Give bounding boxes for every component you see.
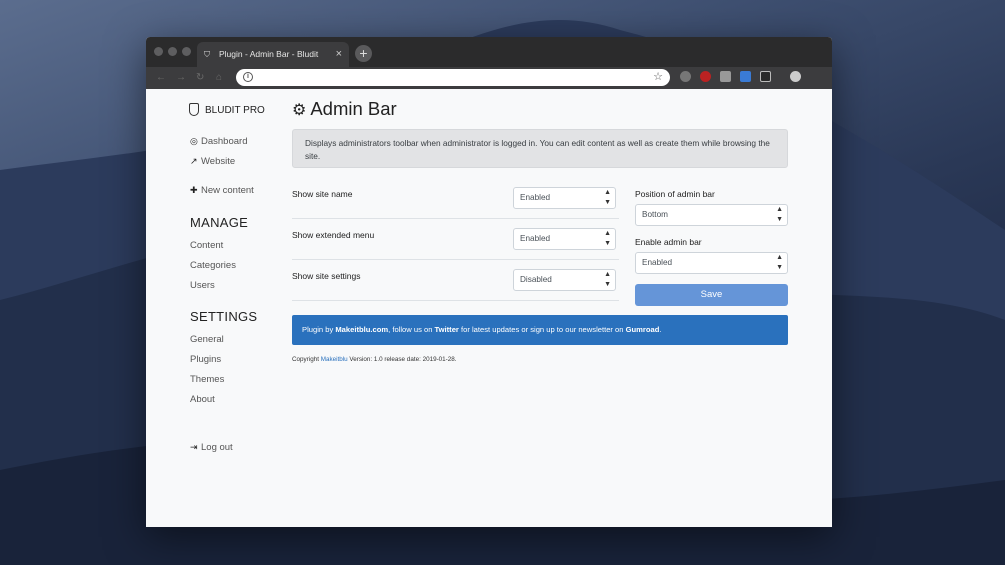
sidebar-heading-manage: MANAGE bbox=[190, 215, 249, 230]
sidebar-item-users[interactable]: Users bbox=[190, 280, 215, 291]
bludit-logo-icon bbox=[189, 103, 199, 116]
enable-admin-bar-select[interactable]: Enabled ▲ ▼ bbox=[635, 252, 788, 274]
forward-arrow-icon[interactable]: → bbox=[176, 70, 186, 86]
position-select[interactable]: Bottom ▲ ▼ bbox=[635, 204, 788, 226]
minimize-window-button[interactable] bbox=[168, 47, 177, 56]
extension-icon[interactable] bbox=[680, 71, 691, 82]
tab-title: Plugin - Admin Bar - Bludit bbox=[219, 49, 319, 59]
copyright-text: Copyright Makeitblu Version: 1.0 release… bbox=[292, 356, 457, 363]
sidebar-item-categories[interactable]: Categories bbox=[190, 260, 236, 271]
show-site-name-select[interactable]: Enabled ▲ ▼ bbox=[513, 187, 616, 209]
select-arrows-icon: ▲ ▼ bbox=[776, 254, 783, 271]
bludit-favicon-icon: ⛉ bbox=[204, 50, 210, 59]
sidebar-item-website[interactable]: ↗ Website bbox=[190, 156, 235, 167]
page-content: BLUDIT PRO ◎ Dashboard ↗ Website ✚ New cont… bbox=[146, 89, 832, 527]
select-arrows-icon: ▲ ▼ bbox=[604, 189, 611, 206]
select-arrows-icon: ▲ ▼ bbox=[776, 206, 783, 223]
browser-window: ⛉ Plugin - Admin Bar - Bludit × + ← → ↻ … bbox=[146, 37, 832, 527]
show-site-settings-label: Show site settings bbox=[292, 271, 361, 281]
divider bbox=[292, 218, 619, 219]
back-arrow-icon[interactable]: ← bbox=[156, 70, 166, 86]
address-bar[interactable]: i ☆ bbox=[236, 69, 670, 86]
divider bbox=[292, 300, 619, 301]
show-extended-menu-label: Show extended menu bbox=[292, 230, 375, 240]
select-arrows-icon: ▲ ▼ bbox=[604, 271, 611, 288]
profile-avatar-icon[interactable] bbox=[790, 71, 801, 82]
makeitblu-link[interactable]: Makeitblu bbox=[321, 356, 348, 363]
sidebar-item-dashboard[interactable]: ◎ Dashboard bbox=[190, 136, 247, 147]
plugin-author-banner: Plugin by Makeitblu.com, follow us on Tw… bbox=[292, 315, 788, 345]
close-window-button[interactable] bbox=[154, 47, 163, 56]
browser-toolbar: ← → ↻ ⌂ i ☆ bbox=[146, 67, 832, 89]
extension-icon[interactable] bbox=[720, 71, 731, 82]
external-link-icon: ↗ bbox=[190, 156, 198, 166]
sidebar-item-logout[interactable]: ⇥ Log out bbox=[190, 442, 233, 453]
enable-admin-bar-label: Enable admin bar bbox=[635, 237, 702, 247]
sidebar-item-about[interactable]: About bbox=[190, 394, 215, 405]
twitter-link[interactable]: Twitter bbox=[435, 325, 459, 334]
page-title: ⚙ Admin Bar bbox=[292, 98, 397, 119]
show-site-settings-select[interactable]: Disabled ▲ ▼ bbox=[513, 269, 616, 291]
position-label: Position of admin bar bbox=[635, 189, 715, 199]
ublock-icon[interactable] bbox=[700, 71, 711, 82]
save-button[interactable]: Save bbox=[635, 284, 788, 306]
brand-name: BLUDIT PRO bbox=[205, 105, 265, 116]
new-tab-button[interactable]: + bbox=[355, 45, 372, 62]
sidebar-item-general[interactable]: General bbox=[190, 334, 224, 345]
sidebar-item-plugins[interactable]: Plugins bbox=[190, 354, 221, 365]
sidebar-item-content[interactable]: Content bbox=[190, 240, 223, 251]
gear-icon: ⚙ bbox=[292, 102, 307, 119]
divider bbox=[292, 259, 619, 260]
plugin-description: Displays administrators toolbar when adm… bbox=[292, 129, 788, 168]
show-extended-menu-select[interactable]: Enabled ▲ ▼ bbox=[513, 228, 616, 250]
sidebar-heading-settings: SETTINGS bbox=[190, 309, 258, 324]
maximize-window-button[interactable] bbox=[182, 47, 191, 56]
show-site-name-label: Show site name bbox=[292, 189, 353, 199]
select-arrows-icon: ▲ ▼ bbox=[604, 230, 611, 247]
author-link[interactable]: Makeitblu.com bbox=[335, 325, 388, 334]
info-icon[interactable]: i bbox=[243, 72, 253, 82]
plus-icon: ✚ bbox=[190, 185, 198, 195]
picture-in-picture-icon[interactable] bbox=[760, 71, 771, 82]
gumroad-link[interactable]: Gumroad bbox=[626, 325, 660, 334]
bookmark-star-icon[interactable]: ☆ bbox=[653, 70, 663, 84]
tab-close-icon[interactable]: × bbox=[336, 42, 342, 67]
dashboard-icon: ◎ bbox=[190, 136, 198, 146]
sidebar-item-new-content[interactable]: ✚ New content bbox=[190, 185, 254, 196]
browser-tab[interactable]: ⛉ Plugin - Admin Bar - Bludit × bbox=[197, 42, 349, 67]
browser-titlebar: ⛉ Plugin - Admin Bar - Bludit × + bbox=[146, 37, 832, 67]
extension-icon[interactable] bbox=[740, 71, 751, 82]
home-icon[interactable]: ⌂ bbox=[216, 70, 222, 86]
logout-icon: ⇥ bbox=[190, 442, 198, 452]
reload-icon[interactable]: ↻ bbox=[196, 70, 204, 86]
sidebar-item-themes[interactable]: Themes bbox=[190, 374, 224, 385]
